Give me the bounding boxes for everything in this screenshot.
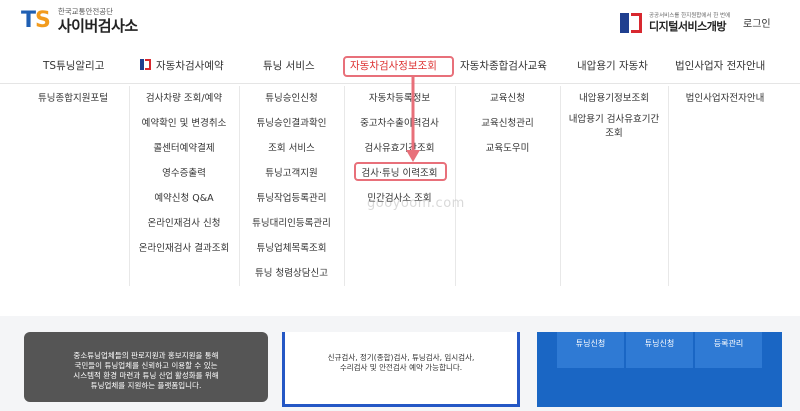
registration-manage-button[interactable]: 등록관리: [695, 332, 762, 368]
watermark: gooyoom.com: [367, 196, 465, 211]
inspection-booking-card[interactable]: 신규검사, 정기(종합)검사, 튜닝검사, 임시검사, 수리검사 및 안전검사 …: [282, 332, 520, 407]
tuning-platform-card[interactable]: 중소튜닝업체들의 판로지원과 홍보지원을 통해 국민들이 튜닝업체를 신뢰하고 …: [24, 332, 268, 402]
tuning-quick-menu: 튜닝신청 튜닝신청 등록관리: [537, 332, 782, 407]
tuning-apply-button[interactable]: 튜닝신청: [557, 332, 624, 368]
tuning-apply-button[interactable]: 튜닝신청: [626, 332, 693, 368]
